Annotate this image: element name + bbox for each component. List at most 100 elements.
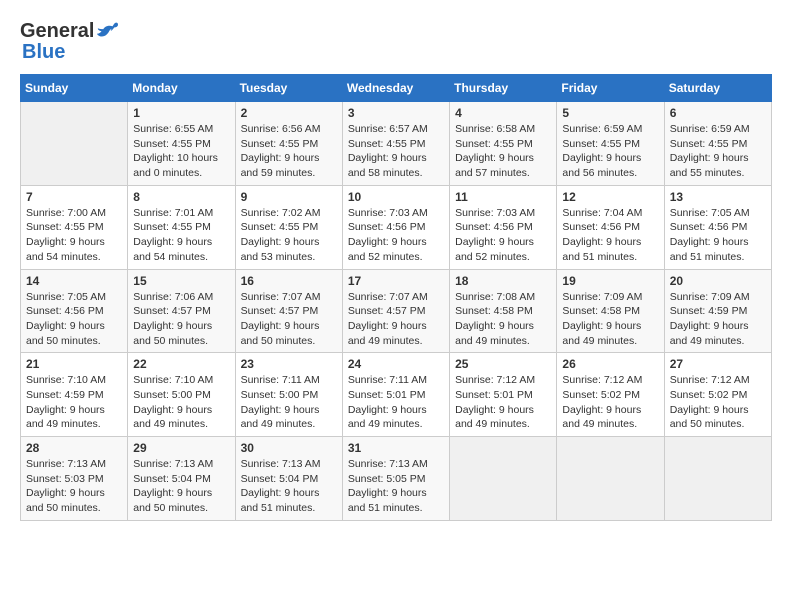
day-info: Sunrise: 7:02 AMSunset: 4:55 PMDaylight:… <box>241 206 337 265</box>
day-number: 16 <box>241 274 337 288</box>
day-number: 31 <box>348 441 444 455</box>
calendar-week-row: 28 Sunrise: 7:13 AMSunset: 5:03 PMDayligh… <box>21 437 772 521</box>
day-of-week-header: Monday <box>128 75 235 102</box>
calendar-day-cell: 13 Sunrise: 7:05 AMSunset: 4:56 PMDayligh… <box>664 185 771 269</box>
day-number: 18 <box>455 274 551 288</box>
calendar-week-row: 14Sunrise: 7:05 AMSunset: 4:56 PMDayligh… <box>21 269 772 353</box>
day-info: Sunrise: 6:59 AMSunset: 4:55 PMDaylight:… <box>670 122 766 181</box>
day-number: 4 <box>455 106 551 120</box>
calendar-header: SundayMondayTuesdayWednesdayThursdayFrid… <box>21 75 772 102</box>
day-info: Sunrise: 7:06 AMSunset: 4:57 PMDaylight:… <box>133 290 229 349</box>
calendar-day-cell <box>557 437 664 521</box>
day-info: Sunrise: 7:13 AMSunset: 5:04 PMDaylight:… <box>133 457 229 516</box>
day-of-week-header: Sunday <box>21 75 128 102</box>
calendar-day-cell <box>21 102 128 186</box>
calendar-day-cell: 29 Sunrise: 7:13 AMSunset: 5:04 PMDayligh… <box>128 437 235 521</box>
day-number: 10 <box>348 190 444 204</box>
calendar-day-cell: 20 Sunrise: 7:09 AMSunset: 4:59 PMDayligh… <box>664 269 771 353</box>
calendar-day-cell: 12Sunrise: 7:04 AMSunset: 4:56 PMDayligh… <box>557 185 664 269</box>
calendar-day-cell: 27 Sunrise: 7:12 AMSunset: 5:02 PMDayligh… <box>664 353 771 437</box>
day-number: 6 <box>670 106 766 120</box>
day-info: Sunrise: 7:05 AMSunset: 4:56 PMDaylight:… <box>670 206 766 265</box>
calendar-day-cell: 18Sunrise: 7:08 AMSunset: 4:58 PMDayligh… <box>450 269 557 353</box>
calendar-day-cell: 3Sunrise: 6:57 AMSunset: 4:55 PMDaylight… <box>342 102 449 186</box>
calendar-week-row: 21 Sunrise: 7:10 AMSunset: 4:59 PMDayligh… <box>21 353 772 437</box>
day-number: 7 <box>26 190 122 204</box>
calendar-day-cell: 8 Sunrise: 7:01 AMSunset: 4:55 PMDaylight… <box>128 185 235 269</box>
day-info: Sunrise: 7:04 AMSunset: 4:56 PMDaylight:… <box>562 206 658 265</box>
calendar-day-cell: 9Sunrise: 7:02 AMSunset: 4:55 PMDaylight… <box>235 185 342 269</box>
day-info: Sunrise: 6:56 AMSunset: 4:55 PMDaylight:… <box>241 122 337 181</box>
day-info: Sunrise: 7:11 AMSunset: 5:01 PMDaylight:… <box>348 373 444 432</box>
day-number: 30 <box>241 441 337 455</box>
calendar-day-cell: 16 Sunrise: 7:07 AMSunset: 4:57 PMDayligh… <box>235 269 342 353</box>
day-info: Sunrise: 7:01 AMSunset: 4:55 PMDaylight:… <box>133 206 229 265</box>
calendar-day-cell: 23 Sunrise: 7:11 AMSunset: 5:00 PMDayligh… <box>235 353 342 437</box>
day-of-week-header: Friday <box>557 75 664 102</box>
day-info: Sunrise: 6:58 AMSunset: 4:55 PMDaylight:… <box>455 122 551 181</box>
calendar-day-cell: 6 Sunrise: 6:59 AMSunset: 4:55 PMDaylight… <box>664 102 771 186</box>
calendar-day-cell: 7 Sunrise: 7:00 AMSunset: 4:55 PMDaylight… <box>21 185 128 269</box>
day-number: 27 <box>670 357 766 371</box>
day-number: 24 <box>348 357 444 371</box>
day-number: 28 <box>26 441 122 455</box>
day-number: 17 <box>348 274 444 288</box>
day-info: Sunrise: 7:10 AMSunset: 4:59 PMDaylight:… <box>26 373 122 432</box>
day-info: Sunrise: 7:05 AMSunset: 4:56 PMDaylight:… <box>26 290 122 349</box>
day-info: Sunrise: 7:12 AMSunset: 5:01 PMDaylight:… <box>455 373 551 432</box>
day-number: 20 <box>670 274 766 288</box>
calendar-day-cell: 17Sunrise: 7:07 AMSunset: 4:57 PMDayligh… <box>342 269 449 353</box>
calendar-table: SundayMondayTuesdayWednesdayThursdayFrid… <box>20 74 772 521</box>
day-of-week-header: Thursday <box>450 75 557 102</box>
calendar-day-cell: 1Sunrise: 6:55 AMSunset: 4:55 PMDaylight… <box>128 102 235 186</box>
day-info: Sunrise: 7:12 AMSunset: 5:02 PMDaylight:… <box>562 373 658 432</box>
day-info: Sunrise: 7:10 AMSunset: 5:00 PMDaylight:… <box>133 373 229 432</box>
calendar-day-cell <box>664 437 771 521</box>
calendar-day-cell: 30 Sunrise: 7:13 AMSunset: 5:04 PMDayligh… <box>235 437 342 521</box>
calendar-week-row: 1Sunrise: 6:55 AMSunset: 4:55 PMDaylight… <box>21 102 772 186</box>
day-of-week-header: Tuesday <box>235 75 342 102</box>
calendar-day-cell: 19 Sunrise: 7:09 AMSunset: 4:58 PMDayligh… <box>557 269 664 353</box>
day-info: Sunrise: 7:13 AMSunset: 5:04 PMDaylight:… <box>241 457 337 516</box>
calendar-day-cell: 11 Sunrise: 7:03 AMSunset: 4:56 PMDayligh… <box>450 185 557 269</box>
day-of-week-header: Wednesday <box>342 75 449 102</box>
day-info: Sunrise: 7:09 AMSunset: 4:59 PMDaylight:… <box>670 290 766 349</box>
day-number: 21 <box>26 357 122 371</box>
calendar-day-cell: 5 Sunrise: 6:59 AMSunset: 4:55 PMDaylight… <box>557 102 664 186</box>
day-number: 5 <box>562 106 658 120</box>
day-info: Sunrise: 7:13 AMSunset: 5:03 PMDaylight:… <box>26 457 122 516</box>
calendar-day-cell: 28 Sunrise: 7:13 AMSunset: 5:03 PMDayligh… <box>21 437 128 521</box>
calendar-day-cell: 21 Sunrise: 7:10 AMSunset: 4:59 PMDayligh… <box>21 353 128 437</box>
day-number: 19 <box>562 274 658 288</box>
logo-blue-text: Blue <box>22 41 65 64</box>
day-number: 29 <box>133 441 229 455</box>
calendar-day-cell: 31 Sunrise: 7:13 AMSunset: 5:05 PMDayligh… <box>342 437 449 521</box>
day-info: Sunrise: 6:59 AMSunset: 4:55 PMDaylight:… <box>562 122 658 181</box>
calendar-day-cell: 10 Sunrise: 7:03 AMSunset: 4:56 PMDayligh… <box>342 185 449 269</box>
day-number: 8 <box>133 190 229 204</box>
day-info: Sunrise: 7:12 AMSunset: 5:02 PMDaylight:… <box>670 373 766 432</box>
calendar-day-cell <box>450 437 557 521</box>
day-info: Sunrise: 7:09 AMSunset: 4:58 PMDaylight:… <box>562 290 658 349</box>
day-info: Sunrise: 7:00 AMSunset: 4:55 PMDaylight:… <box>26 206 122 265</box>
day-info: Sunrise: 7:07 AMSunset: 4:57 PMDaylight:… <box>241 290 337 349</box>
day-info: Sunrise: 7:13 AMSunset: 5:05 PMDaylight:… <box>348 457 444 516</box>
calendar-week-row: 7 Sunrise: 7:00 AMSunset: 4:55 PMDaylight… <box>21 185 772 269</box>
calendar-day-cell: 22Sunrise: 7:10 AMSunset: 5:00 PMDayligh… <box>128 353 235 437</box>
day-number: 11 <box>455 190 551 204</box>
calendar-day-cell: 4 Sunrise: 6:58 AMSunset: 4:55 PMDaylight… <box>450 102 557 186</box>
day-info: Sunrise: 7:03 AMSunset: 4:56 PMDaylight:… <box>455 206 551 265</box>
calendar-day-cell: 2Sunrise: 6:56 AMSunset: 4:55 PMDaylight… <box>235 102 342 186</box>
calendar-day-cell: 26Sunrise: 7:12 AMSunset: 5:02 PMDayligh… <box>557 353 664 437</box>
day-info: Sunrise: 6:55 AMSunset: 4:55 PMDaylight:… <box>133 122 229 181</box>
day-info: Sunrise: 7:11 AMSunset: 5:00 PMDaylight:… <box>241 373 337 432</box>
page-header: General Blue <box>20 20 772 64</box>
day-info: Sunrise: 7:03 AMSunset: 4:56 PMDaylight:… <box>348 206 444 265</box>
day-info: Sunrise: 6:57 AMSunset: 4:55 PMDaylight:… <box>348 122 444 181</box>
day-number: 13 <box>670 190 766 204</box>
logo: General Blue <box>20 20 118 64</box>
logo-bird-icon <box>96 20 118 42</box>
day-number: 23 <box>241 357 337 371</box>
day-number: 25 <box>455 357 551 371</box>
days-of-week-row: SundayMondayTuesdayWednesdayThursdayFrid… <box>21 75 772 102</box>
